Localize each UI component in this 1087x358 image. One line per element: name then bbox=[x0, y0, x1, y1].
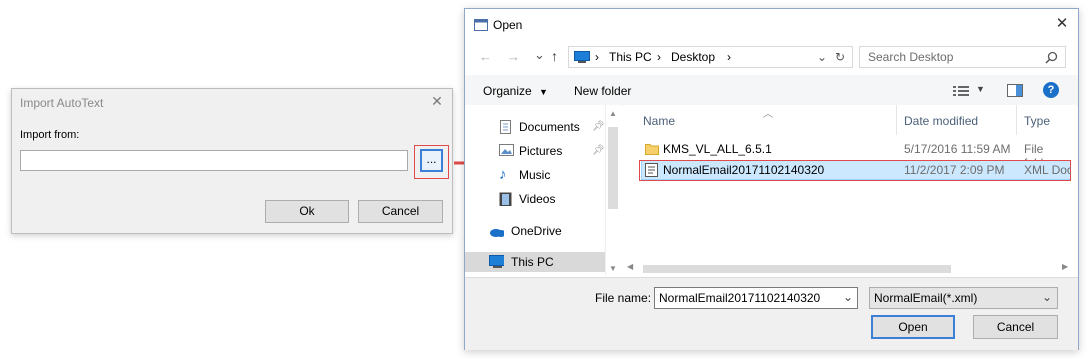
this-pc-icon bbox=[489, 255, 504, 268]
dialog-title: Open bbox=[493, 18, 523, 32]
preview-pane-icon[interactable] bbox=[1007, 84, 1023, 97]
nav-item-this-pc[interactable]: This PC bbox=[465, 252, 605, 272]
back-icon[interactable]: ← bbox=[479, 49, 492, 64]
file-name-label: File name: bbox=[595, 291, 652, 305]
file-type: XML Docu bbox=[1024, 163, 1071, 177]
nav-label: Documents bbox=[519, 120, 580, 134]
column-type[interactable]: Type bbox=[1024, 114, 1050, 140]
window-icon bbox=[474, 19, 488, 31]
file-type-select[interactable]: NormalEmail(*.xml) ⌄ bbox=[869, 287, 1058, 309]
folder-icon bbox=[645, 144, 659, 155]
nav-label: OneDrive bbox=[511, 224, 562, 238]
open-file-dialog: Open ✕ ← → ⌄ ↑ › This PC › Desktop › ⌄ ↻… bbox=[464, 8, 1079, 350]
pictures-icon bbox=[499, 144, 514, 156]
import-from-label: Import from: bbox=[20, 129, 80, 141]
browse-button[interactable]: ... bbox=[420, 149, 443, 172]
new-folder-button[interactable]: New folder bbox=[574, 84, 631, 98]
nav-item-videos[interactable]: Videos bbox=[499, 189, 609, 209]
command-bar: Organize ▼ New folder ▼ ? bbox=[465, 75, 1078, 106]
import-autotext-dialog: Import AutoText ✕ Import from: ... Ok Ca… bbox=[11, 88, 453, 234]
refresh-icon[interactable]: ↻ bbox=[835, 50, 845, 64]
column-date-modified[interactable]: Date modified bbox=[904, 114, 978, 140]
close-icon[interactable]: ✕ bbox=[429, 93, 445, 109]
hscroll-thumb[interactable] bbox=[643, 265, 951, 273]
view-options-icon[interactable] bbox=[953, 85, 969, 97]
nav-label: Pictures bbox=[519, 144, 563, 158]
close-icon[interactable]: ✕ bbox=[1053, 15, 1071, 33]
chevron-down-icon: ⌄ bbox=[1042, 290, 1053, 304]
navigation-pane: Documents 📌︎ Pictures 📌︎ ♪ Music Videos bbox=[465, 105, 621, 275]
cancel-button[interactable]: Cancel bbox=[358, 200, 443, 223]
nav-item-documents[interactable]: Documents 📌︎ bbox=[499, 117, 609, 137]
videos-icon bbox=[499, 192, 512, 206]
documents-icon bbox=[500, 120, 511, 134]
organize-label: Organize bbox=[483, 84, 532, 98]
music-icon: ♪ bbox=[499, 166, 507, 183]
column-name[interactable]: Name bbox=[643, 114, 675, 140]
help-icon[interactable]: ? bbox=[1043, 82, 1059, 98]
chevron-down-icon[interactable]: ▼ bbox=[976, 84, 985, 94]
search-box[interactable]: Search Desktop bbox=[859, 46, 1066, 68]
scroll-up-icon[interactable]: ▲ bbox=[609, 109, 617, 118]
column-separator[interactable] bbox=[1016, 105, 1017, 135]
breadcrumb-this-pc[interactable]: This PC bbox=[609, 50, 652, 64]
file-list: ︿ Name Date modified Type bbox=[623, 105, 1077, 275]
up-icon[interactable]: ↑ bbox=[551, 48, 558, 64]
forward-icon[interactable]: → bbox=[507, 49, 520, 64]
file-name-input[interactable]: NormalEmail20171102140320 ⌄ bbox=[654, 287, 858, 309]
chevron-down-icon[interactable]: ⌄ bbox=[843, 290, 853, 304]
breadcrumb-desktop[interactable]: Desktop bbox=[671, 50, 715, 64]
nav-label: Music bbox=[519, 168, 551, 182]
pin-icon: 📌︎ bbox=[592, 145, 605, 156]
dialog-title: Import AutoText bbox=[20, 96, 104, 110]
file-row-folder[interactable]: KMS_VL_ALL_6.5.1 5/17/2016 11:59 AM File… bbox=[641, 139, 1071, 170]
cancel-button[interactable]: Cancel bbox=[973, 315, 1058, 339]
nav-item-pictures[interactable]: Pictures 📌︎ bbox=[499, 141, 609, 161]
file-type-value: NormalEmail(*.xml) bbox=[874, 291, 978, 305]
breadcrumb-sep: › bbox=[595, 50, 599, 64]
nav-item-onedrive[interactable]: OneDrive bbox=[489, 221, 609, 241]
nav-label: Videos bbox=[519, 192, 556, 206]
recent-locations-icon[interactable]: ⌄ bbox=[534, 47, 545, 63]
xml-file-icon bbox=[645, 163, 658, 177]
column-separator[interactable] bbox=[896, 105, 897, 135]
breadcrumb-sep: › bbox=[727, 50, 731, 64]
address-bar[interactable]: › This PC › Desktop › ⌄ ↻ bbox=[568, 46, 853, 68]
scroll-left-icon[interactable]: ◀ bbox=[627, 262, 633, 271]
onedrive-icon bbox=[490, 229, 504, 237]
dropdown-arrow-icon[interactable]: ⌄ bbox=[817, 50, 827, 64]
ok-button[interactable]: Ok bbox=[265, 200, 349, 223]
file-row-xml[interactable]: NormalEmail20171102140320 11/2/2017 2:09… bbox=[641, 160, 1071, 180]
search-input[interactable]: Search Desktop bbox=[868, 50, 953, 64]
file-name-value: NormalEmail20171102140320 bbox=[659, 291, 821, 305]
this-pc-icon bbox=[574, 51, 590, 63]
breadcrumb-sep: › bbox=[657, 50, 661, 64]
scroll-thumb[interactable] bbox=[608, 127, 618, 209]
scroll-right-icon[interactable]: ▶ bbox=[1062, 262, 1068, 271]
pin-icon: 📌︎ bbox=[592, 121, 605, 132]
open-button[interactable]: Open bbox=[871, 315, 955, 339]
file-name: NormalEmail20171102140320 bbox=[663, 163, 825, 177]
nav-label: This PC bbox=[511, 255, 554, 269]
nav-item-music[interactable]: ♪ Music bbox=[499, 165, 609, 185]
file-name: KMS_VL_ALL_6.5.1 bbox=[663, 142, 772, 156]
file-date: 11/2/2017 2:09 PM bbox=[904, 163, 1005, 177]
search-icon[interactable] bbox=[1045, 51, 1058, 64]
file-date: 5/17/2016 11:59 AM bbox=[904, 142, 1011, 156]
import-from-input[interactable] bbox=[20, 150, 408, 171]
sort-indicator-icon: ︿ bbox=[763, 109, 773, 120]
organize-menu[interactable]: Organize ▼ bbox=[483, 84, 548, 98]
chevron-down-icon: ▼ bbox=[539, 87, 548, 97]
scroll-down-icon[interactable]: ▼ bbox=[609, 264, 617, 273]
